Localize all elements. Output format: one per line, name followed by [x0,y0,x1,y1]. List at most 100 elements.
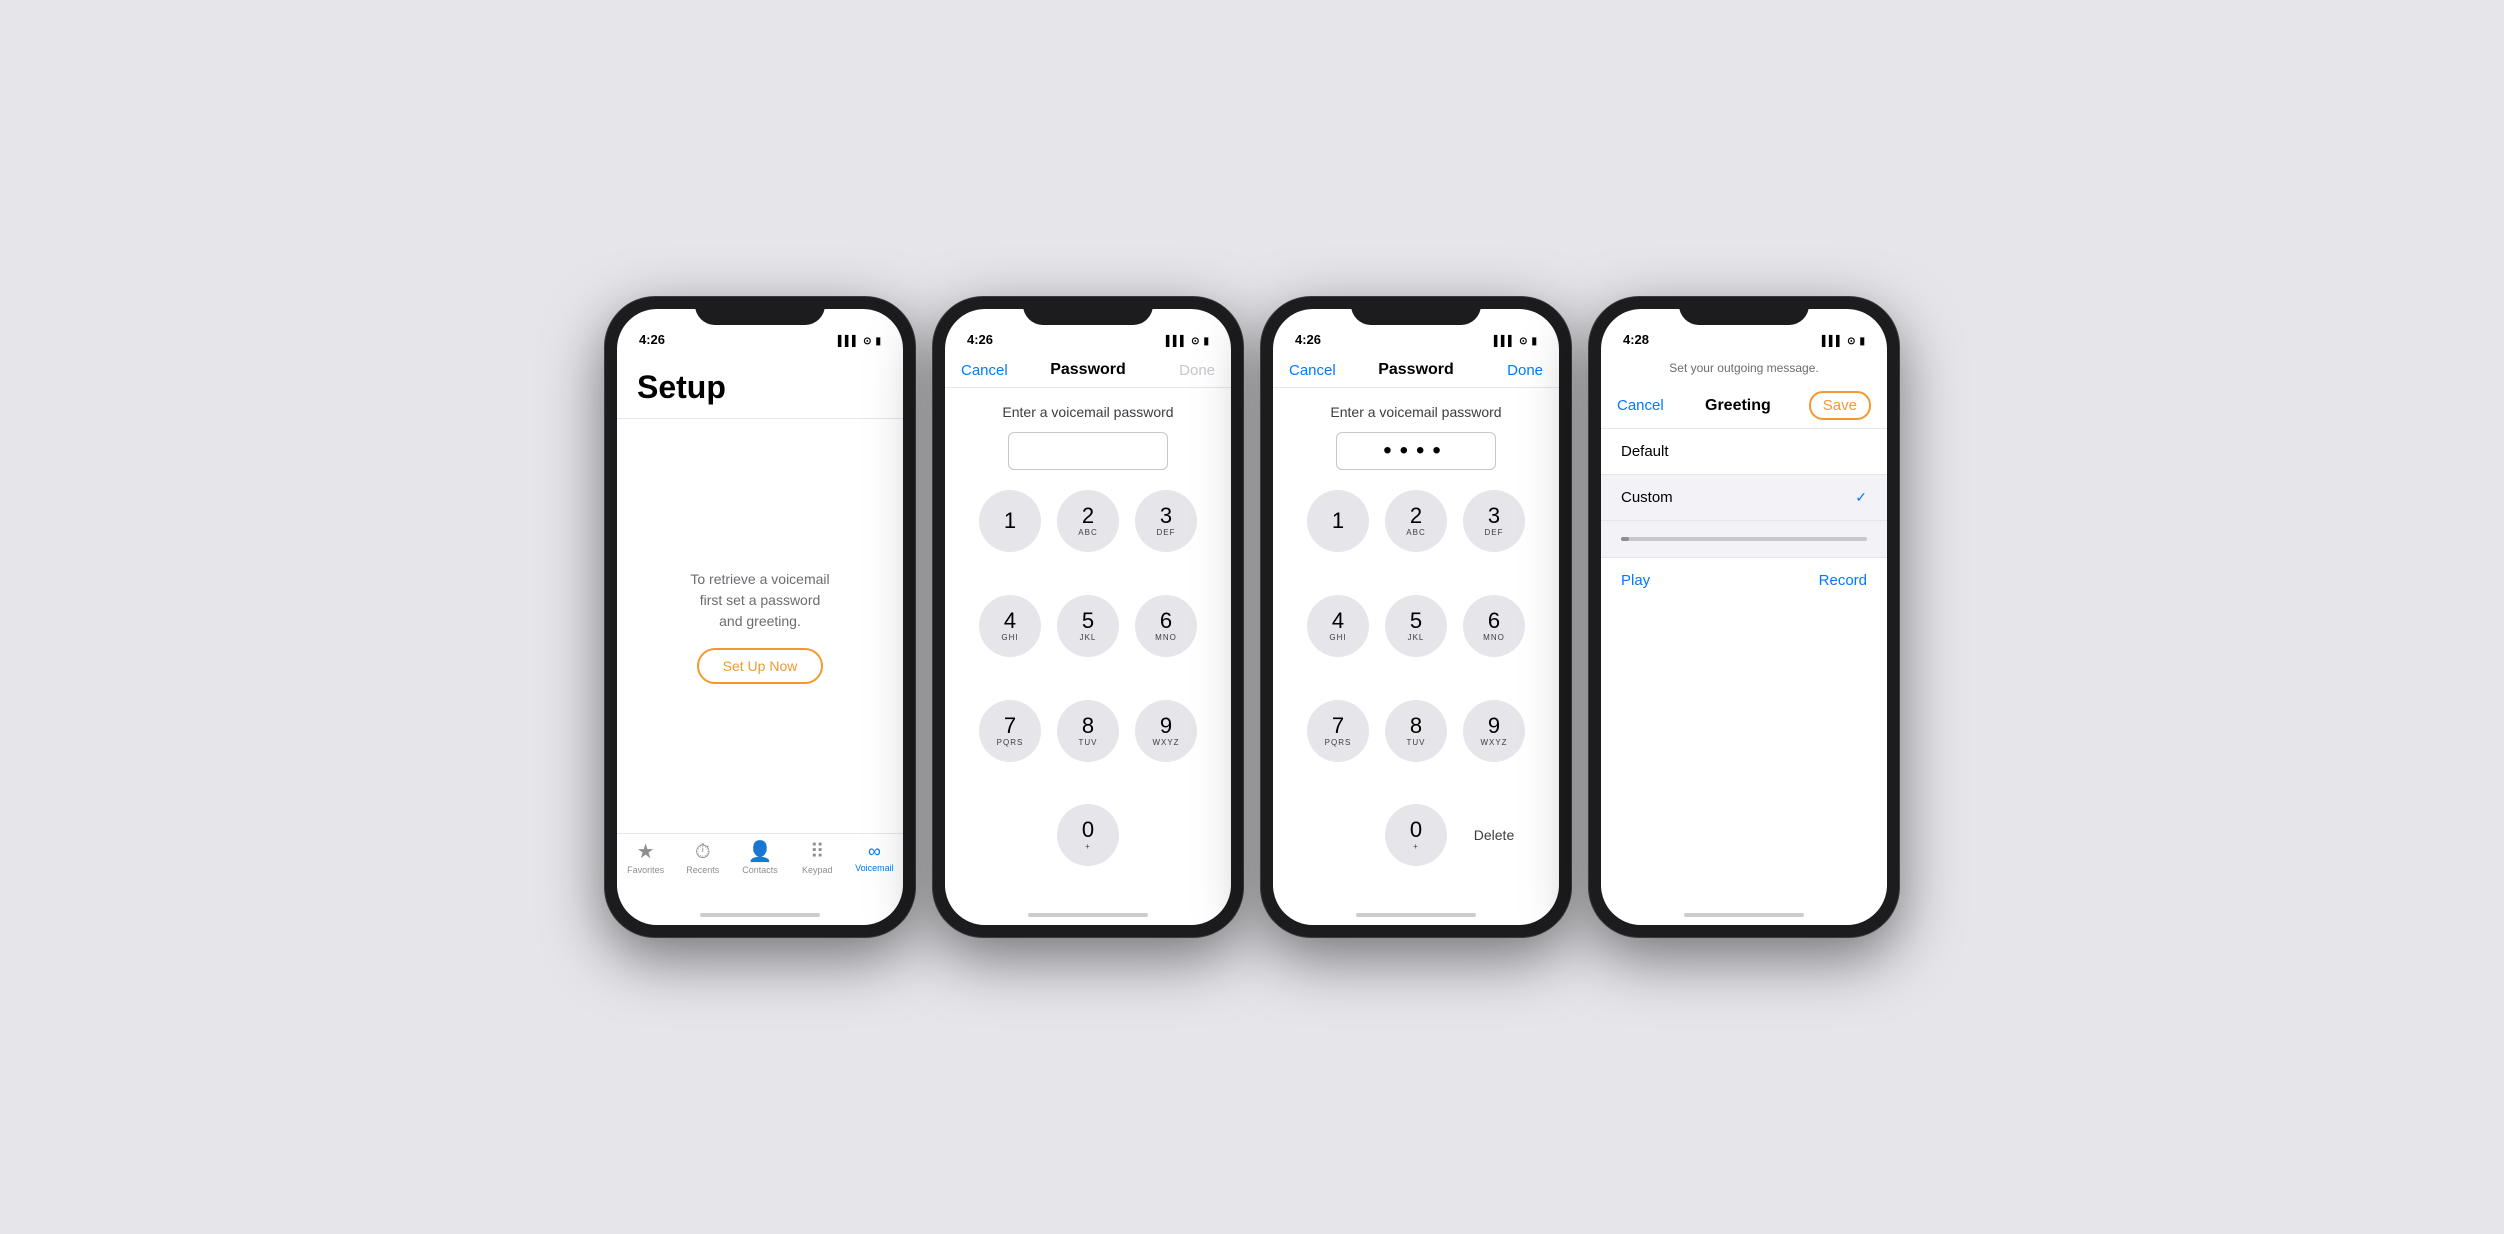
setup-text: To retrieve a voicemailfirst set a passw… [690,569,829,632]
password-screen-2: Enter a voicemail password 1 2ABC 3DEF 4… [945,388,1231,905]
greeting-custom-label: Custom [1621,489,1673,506]
home-indicator-1 [617,905,903,925]
pw-input-3[interactable]: •••• [1336,432,1496,470]
tab-contacts[interactable]: 👤 Contacts [731,842,788,875]
progress-fill [1621,537,1629,541]
done-button-3[interactable]: Done [1493,362,1543,379]
wifi-icon-2: ⊙ [1191,336,1199,347]
key-5-phone2[interactable]: 5JKL [1057,595,1119,657]
status-icons-4: ▌▌▌ ⊙ ▮ [1822,336,1865,347]
keypad-2: 1 2ABC 3DEF 4GHI 5JKL 6MNO 7PQRS 8TUV 9W… [965,482,1211,905]
status-icons-3: ▌▌▌ ⊙ ▮ [1494,336,1537,347]
wifi-icon-1: ⊙ [863,336,871,347]
key-3-phone2[interactable]: 3DEF [1135,490,1197,552]
tab-voicemail-label: Voicemail [855,863,894,873]
nav-title-2: Password [1050,361,1126,379]
notch-3 [1351,297,1481,325]
key-2-phone3[interactable]: 2ABC [1385,490,1447,552]
greeting-subtitle: Set your outgoing message. [1601,353,1887,383]
contacts-icon: 👤 [748,842,773,862]
key-0-phone3[interactable]: 0+ [1385,804,1447,866]
tab-contacts-label: Contacts [742,865,778,875]
cancel-button-2[interactable]: Cancel [961,362,1011,379]
key-8-phone3[interactable]: 8TUV [1385,700,1447,762]
key-empty-phone2 [979,804,1041,866]
pw-label-2: Enter a voicemail password [965,404,1211,420]
save-button-4[interactable]: Save [1809,391,1871,420]
home-indicator-4 [1601,905,1887,925]
battery-icon-3: ▮ [1531,336,1537,347]
play-button[interactable]: Play [1621,572,1650,589]
signal-icon-2: ▌▌▌ [1166,336,1187,347]
setup-screen: Setup To retrieve a voicemailfirst set a… [617,353,903,833]
cancel-button-3[interactable]: Cancel [1289,362,1339,379]
nav-bar-3: Cancel Password Done [1273,353,1559,388]
cancel-button-4[interactable]: Cancel [1617,397,1667,414]
tab-voicemail[interactable]: ∞ Voicemail [846,842,903,873]
phone-2: 4:26 ▌▌▌ ⊙ ▮ Cancel Password Done Enter … [933,297,1243,937]
setup-body: To retrieve a voicemailfirst set a passw… [617,419,903,833]
phone-3: 4:26 ▌▌▌ ⊙ ▮ Cancel Password Done Enter … [1261,297,1571,937]
key-2-phone2[interactable]: 2ABC [1057,490,1119,552]
play-record-row: Play Record [1601,557,1887,603]
tab-favorites[interactable]: ★ Favorites [617,842,674,875]
phone-1: 4:26 ▌▌▌ ⊙ ▮ Setup To retrieve a voicema… [605,297,915,937]
greeting-default-label: Default [1621,443,1669,460]
pw-container-2: Enter a voicemail password 1 2ABC 3DEF 4… [945,388,1231,905]
progress-bar [1621,537,1867,541]
tab-keypad[interactable]: ⠿ Keypad [789,842,846,875]
home-bar-4 [1684,913,1804,917]
status-icons-1: ▌▌▌ ⊙ ▮ [838,336,881,347]
favorites-icon: ★ [637,842,655,862]
signal-icon-4: ▌▌▌ [1822,336,1843,347]
key-7-phone3[interactable]: 7PQRS [1307,700,1369,762]
status-time-3: 4:26 [1295,332,1321,347]
greeting-row-default[interactable]: Default [1601,429,1887,475]
record-button[interactable]: Record [1819,572,1867,589]
password-screen-3: Enter a voicemail password •••• 1 2ABC 3… [1273,388,1559,905]
home-indicator-3 [1273,905,1559,925]
status-icons-2: ▌▌▌ ⊙ ▮ [1166,336,1209,347]
keypad-3: 1 2ABC 3DEF 4GHI 5JKL 6MNO 7PQRS 8TUV 9W… [1293,482,1539,905]
key-6-phone3[interactable]: 6MNO [1463,595,1525,657]
key-8-phone2[interactable]: 8TUV [1057,700,1119,762]
key-1-phone2[interactable]: 1 [979,490,1041,552]
setup-title: Setup [617,353,903,419]
key-9-phone3[interactable]: 9WXYZ [1463,700,1525,762]
key-4-phone3[interactable]: 4GHI [1307,595,1369,657]
voicemail-icon: ∞ [868,842,881,860]
status-time-2: 4:26 [967,332,993,347]
delete-button-3[interactable]: Delete [1463,804,1525,866]
setup-now-button[interactable]: Set Up Now [697,648,824,684]
key-empty-phone3 [1307,804,1369,866]
recents-icon: ⏱ [695,842,711,862]
key-6-phone2[interactable]: 6MNO [1135,595,1197,657]
tab-favorites-label: Favorites [627,865,664,875]
greeting-row-custom[interactable]: Custom ✓ [1601,475,1887,521]
key-9-phone2[interactable]: 9WXYZ [1135,700,1197,762]
home-bar-3 [1356,913,1476,917]
checkmark-icon: ✓ [1855,489,1867,506]
key-4-phone2[interactable]: 4GHI [979,595,1041,657]
pw-input-2[interactable] [1008,432,1168,470]
status-time-4: 4:28 [1623,332,1649,347]
tab-recents-label: Recents [686,865,719,875]
key-1-phone3[interactable]: 1 [1307,490,1369,552]
key-3-phone3[interactable]: 3DEF [1463,490,1525,552]
nav-title-3: Password [1378,361,1454,379]
wifi-icon-4: ⊙ [1847,336,1855,347]
done-button-2[interactable]: Done [1165,362,1215,379]
key-7-phone2[interactable]: 7PQRS [979,700,1041,762]
greeting-list: Default Custom ✓ Play Record [1601,429,1887,905]
tab-keypad-label: Keypad [802,865,833,875]
key-empty2-phone2 [1135,804,1197,866]
battery-icon-2: ▮ [1203,336,1209,347]
pw-label-3: Enter a voicemail password [1293,404,1539,420]
wifi-icon-3: ⊙ [1519,336,1527,347]
notch-4 [1679,297,1809,325]
key-0-phone2[interactable]: 0+ [1057,804,1119,866]
home-bar-2 [1028,913,1148,917]
key-5-phone3[interactable]: 5JKL [1385,595,1447,657]
tab-recents[interactable]: ⏱ Recents [674,842,731,875]
keypad-icon: ⠿ [810,842,825,862]
